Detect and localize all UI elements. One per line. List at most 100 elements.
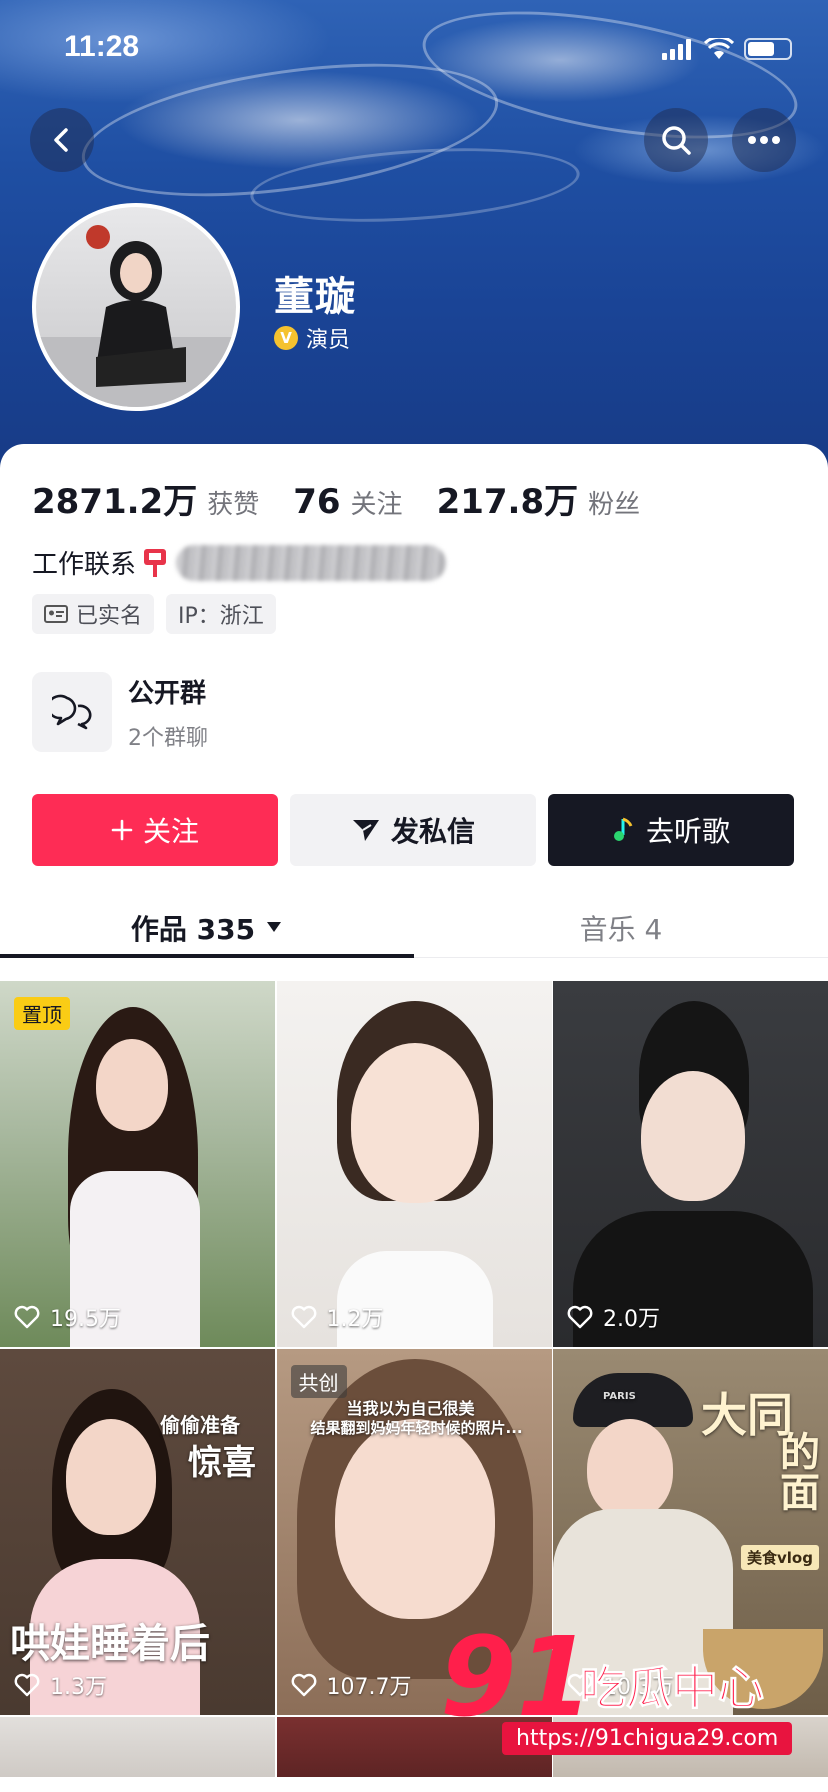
status-bar: 11:28 bbox=[0, 0, 828, 96]
content-tabs: 作品 335 音乐 4 bbox=[0, 900, 828, 958]
video-caption: 偷偷准备 bbox=[160, 1413, 240, 1437]
video-likes: 2.0万 bbox=[567, 1301, 660, 1333]
heart-icon bbox=[14, 1673, 40, 1697]
co-creation-badge: 共创 bbox=[290, 1365, 347, 1398]
group-text: 公开群 2个群聊 bbox=[128, 673, 208, 752]
video-likes: 19.5万 bbox=[14, 1301, 121, 1333]
stat-value: 76 bbox=[293, 482, 341, 522]
verification-label: 演员 bbox=[306, 328, 351, 353]
status-time: 11:28 bbox=[64, 30, 140, 63]
avatar-portrait bbox=[36, 225, 236, 407]
id-card-icon bbox=[44, 605, 68, 623]
video-tag: 美食vlog bbox=[741, 1545, 819, 1570]
thumb-face bbox=[587, 1419, 673, 1519]
message-button[interactable]: 发私信 bbox=[290, 794, 536, 866]
video-thumbnail[interactable]: 2.0万 bbox=[553, 981, 828, 1347]
tab-works[interactable]: 作品 335 bbox=[0, 900, 414, 957]
video-thumbnail[interactable] bbox=[0, 1717, 275, 1777]
likes-count: 1.2万 bbox=[326, 1307, 384, 1332]
back-button[interactable] bbox=[30, 108, 94, 172]
thumb-face bbox=[96, 1039, 168, 1131]
listen-music-button[interactable]: 去听歌 bbox=[548, 794, 794, 866]
chevron-left-icon bbox=[54, 128, 68, 152]
stat-value: 2871.2万 bbox=[32, 482, 198, 522]
more-dots-icon bbox=[748, 136, 780, 144]
follow-label: 关注 bbox=[142, 815, 199, 848]
heart-icon bbox=[291, 1673, 316, 1697]
cap-brand: PARIS bbox=[603, 1391, 636, 1402]
profile-name: 董璇 bbox=[274, 274, 356, 320]
tab-indicator bbox=[0, 954, 414, 958]
plus-icon bbox=[111, 819, 133, 841]
heart-icon bbox=[567, 1305, 593, 1329]
action-buttons: 关注 发私信 去听歌 bbox=[32, 794, 794, 866]
stats-row: 2871.2万 获赞 76 关注 217.8万 粉丝 bbox=[32, 474, 640, 523]
stat-following[interactable]: 76 关注 bbox=[293, 482, 402, 522]
watermark-url: https://91chigua29.com bbox=[502, 1722, 793, 1755]
likes-count: 1.3万 bbox=[50, 1675, 107, 1700]
tag-label: 已实名 bbox=[76, 604, 143, 629]
tag-label: IP：浙江 bbox=[178, 604, 264, 629]
battery-icon bbox=[744, 38, 792, 60]
video-likes: 1.2万 bbox=[291, 1301, 384, 1333]
music-label: 去听歌 bbox=[645, 815, 730, 848]
public-group[interactable]: 公开群 2个群聊 bbox=[32, 672, 208, 752]
stat-label: 获赞 bbox=[207, 490, 260, 520]
search-button[interactable] bbox=[644, 108, 708, 172]
avatar[interactable] bbox=[32, 203, 240, 411]
heart-icon bbox=[14, 1305, 40, 1329]
watermark-number: 91 bbox=[440, 1613, 594, 1741]
stat-label: 关注 bbox=[350, 490, 403, 520]
video-caption: 惊喜 bbox=[188, 1443, 256, 1483]
verification-row: V 演员 bbox=[274, 322, 350, 354]
watermark-text: 吃瓜中心 bbox=[580, 1661, 765, 1716]
send-icon bbox=[352, 820, 379, 841]
caret-down-icon bbox=[267, 922, 282, 932]
tab-label: 音乐 4 bbox=[579, 913, 663, 946]
tab-label: 作品 335 bbox=[130, 913, 256, 946]
video-caption: 当我以为自己很美 bbox=[346, 1399, 475, 1418]
verified-badge-icon: V bbox=[274, 326, 298, 350]
thumb-face bbox=[334, 1419, 495, 1619]
cellular-signal-icon bbox=[662, 38, 694, 60]
video-likes: 107.7万 bbox=[291, 1669, 412, 1701]
stat-likes[interactable]: 2871.2万 获赞 bbox=[32, 474, 259, 523]
contact-label: 工作联系 bbox=[32, 550, 137, 580]
thumb-face bbox=[641, 1071, 745, 1201]
work-contact: 工作联系 bbox=[32, 544, 447, 581]
stat-followers[interactable]: 217.8万 粉丝 bbox=[437, 474, 641, 523]
video-caption: 结果翻到妈妈年轻时候的照片... bbox=[310, 1419, 523, 1437]
tab-music[interactable]: 音乐 4 bbox=[414, 900, 828, 957]
likes-count: 19.5万 bbox=[50, 1307, 121, 1332]
message-label: 发私信 bbox=[390, 815, 475, 848]
tag-real-name: 已实名 bbox=[32, 594, 155, 634]
video-thumbnail[interactable]: 偷偷准备 惊喜 哄娃睡着后 1.3万 bbox=[0, 1349, 275, 1715]
follow-button[interactable]: 关注 bbox=[32, 794, 278, 866]
video-thumbnail[interactable]: 1.2万 bbox=[276, 981, 552, 1347]
mailbox-icon bbox=[142, 547, 168, 579]
video-caption: 哄娃睡着后 bbox=[10, 1621, 210, 1667]
video-thumbnail[interactable]: 置顶 19.5万 bbox=[0, 981, 275, 1347]
search-icon bbox=[662, 126, 691, 155]
likes-count: 2.0万 bbox=[603, 1307, 660, 1332]
pinned-badge: 置顶 bbox=[14, 997, 70, 1030]
status-icons bbox=[662, 38, 792, 60]
tag-ip-location: IP：浙江 bbox=[166, 594, 276, 634]
heart-icon bbox=[291, 1305, 316, 1329]
profile-tags: 已实名 IP：浙江 bbox=[32, 594, 276, 634]
more-button[interactable] bbox=[732, 108, 796, 172]
group-subtitle: 2个群聊 bbox=[128, 725, 208, 751]
wifi-icon bbox=[704, 38, 734, 59]
likes-count: 107.7万 bbox=[326, 1675, 412, 1700]
thumb-face bbox=[66, 1419, 156, 1535]
stat-label: 粉丝 bbox=[588, 490, 641, 520]
contact-redacted bbox=[176, 544, 447, 581]
stat-value: 217.8万 bbox=[436, 482, 579, 522]
thumb-face bbox=[350, 1043, 479, 1203]
video-caption: 的面 bbox=[773, 1431, 819, 1511]
video-likes: 1.3万 bbox=[14, 1669, 107, 1701]
watermark: 91 吃瓜中心 https://91chigua29.com bbox=[440, 1622, 800, 1762]
group-title: 公开群 bbox=[128, 678, 207, 709]
chat-bubbles-icon bbox=[32, 672, 112, 752]
music-note-icon bbox=[613, 817, 633, 841]
